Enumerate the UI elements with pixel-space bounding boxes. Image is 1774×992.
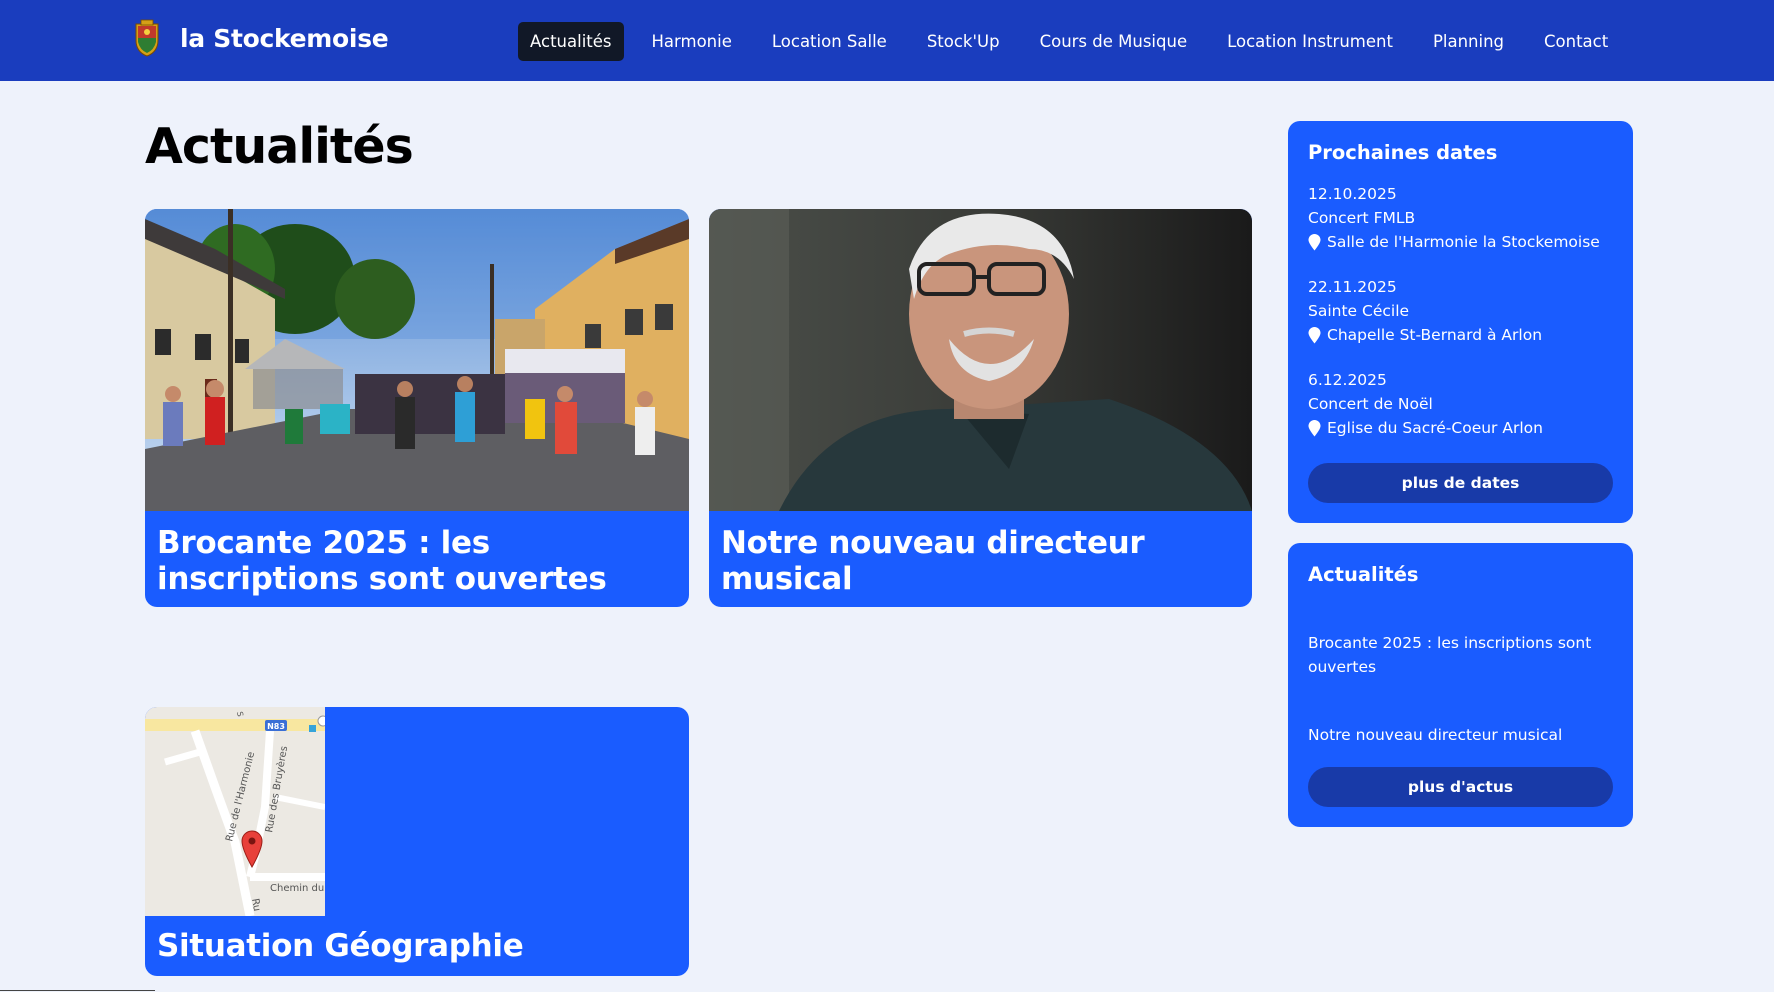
- map-label-ru: Ru: [249, 898, 262, 913]
- sidebar-news-link-brocante[interactable]: Brocante 2025 : les inscriptions sont ou…: [1308, 631, 1598, 679]
- location-pin-icon: [1308, 326, 1321, 343]
- event-name: Concert FMLB: [1308, 209, 1416, 227]
- event-item: 22.11.2025 Sainte Cécile Chapelle St-Ber…: [1308, 275, 1613, 347]
- coat-of-arms-logo: [135, 19, 159, 57]
- news-card-title: Situation Géographie: [157, 928, 524, 964]
- nav-item-location-instrument[interactable]: Location Instrument: [1215, 22, 1405, 61]
- event-name: Sainte Cécile: [1308, 302, 1410, 320]
- top-navbar: la Stockemoise Actualités Harmonie Locat…: [0, 0, 1774, 81]
- news-panel: Actualités Brocante 2025 : les inscripti…: [1288, 543, 1633, 827]
- nav-item-harmonie[interactable]: Harmonie: [640, 22, 744, 61]
- more-news-button[interactable]: plus d'actus: [1308, 767, 1613, 807]
- news-card-title: Notre nouveau directeur musical: [721, 525, 1145, 597]
- event-place-label: Salle de l'Harmonie la Stockemoise: [1327, 233, 1600, 251]
- nav-item-actualites[interactable]: Actualités: [518, 22, 624, 61]
- news-card-brocante[interactable]: Brocante 2025 : les inscriptions sont ou…: [145, 209, 689, 607]
- panel-title: Prochaines dates: [1308, 141, 1498, 164]
- brocante-street-market-image: [145, 209, 689, 511]
- nav-menu: Actualités Harmonie Location Salle Stock…: [518, 22, 1636, 61]
- event-place-label: Chapelle St-Bernard à Arlon: [1327, 326, 1543, 344]
- nav-item-stockup[interactable]: Stock'Up: [915, 22, 1012, 61]
- event-date: 22.11.2025: [1308, 278, 1397, 296]
- map-label-chemin: Chemin du: [270, 883, 324, 894]
- page-title: Actualités: [145, 118, 414, 175]
- event-date: 12.10.2025: [1308, 185, 1397, 203]
- location-map-image: N83 S Rue de l'Harmonie Rue des Bruyères…: [145, 707, 325, 916]
- nav-item-planning[interactable]: Planning: [1421, 22, 1516, 61]
- nav-item-contact[interactable]: Contact: [1532, 22, 1620, 61]
- brand-name: la Stockemoise: [180, 23, 389, 53]
- sidebar-news-link-directeur[interactable]: Notre nouveau directeur musical: [1308, 723, 1608, 747]
- new-director-portrait-image: [709, 209, 1252, 511]
- location-pin-icon: [1308, 419, 1321, 436]
- divider: [0, 990, 155, 991]
- event-place: Salle de l'Harmonie la Stockemoise: [1308, 230, 1613, 254]
- nav-item-cours-de-musique[interactable]: Cours de Musique: [1028, 22, 1200, 61]
- event-place: Chapelle St-Bernard à Arlon: [1308, 323, 1613, 347]
- news-card-directeur[interactable]: Notre nouveau directeur musical: [709, 209, 1252, 607]
- more-dates-button[interactable]: plus de dates: [1308, 463, 1613, 503]
- event-name: Concert de Noël: [1308, 395, 1433, 413]
- event-date: 6.12.2025: [1308, 371, 1387, 389]
- news-card-title: Brocante 2025 : les inscriptions sont ou…: [157, 525, 607, 597]
- nav-item-location-salle[interactable]: Location Salle: [760, 22, 899, 61]
- panel-title: Actualités: [1308, 563, 1419, 586]
- road-badge-n83: N83: [267, 722, 285, 731]
- event-item: 6.12.2025 Concert de Noël Eglise du Sacr…: [1308, 368, 1613, 440]
- event-item: 12.10.2025 Concert FMLB Salle de l'Harmo…: [1308, 182, 1613, 254]
- event-place: Eglise du Sacré-Coeur Arlon: [1308, 416, 1613, 440]
- location-pin-icon: [1308, 233, 1321, 250]
- event-place-label: Eglise du Sacré-Coeur Arlon: [1327, 419, 1543, 437]
- upcoming-dates-panel: Prochaines dates 12.10.2025 Concert FMLB…: [1288, 121, 1633, 523]
- brand-link[interactable]: la Stockemoise: [132, 18, 389, 58]
- news-card-situation[interactable]: N83 S Rue de l'Harmonie Rue des Bruyères…: [145, 707, 689, 976]
